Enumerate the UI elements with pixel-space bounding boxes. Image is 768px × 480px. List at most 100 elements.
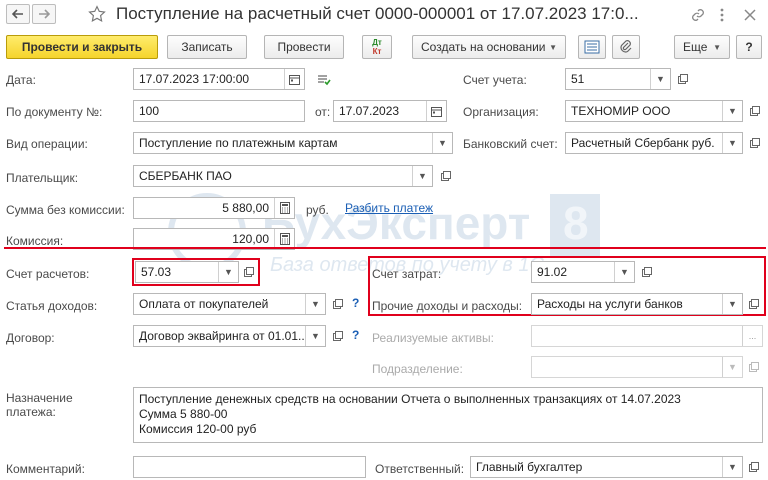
- cost-account-field[interactable]: 91.02 ▼: [531, 261, 635, 283]
- dropdown-button[interactable]: ▼: [305, 294, 325, 314]
- more-button[interactable]: Еще ▼: [674, 35, 730, 59]
- bank-account-label: Банковский счет:: [463, 137, 558, 151]
- purpose-textarea[interactable]: Поступление денежных средств на основани…: [133, 387, 763, 443]
- contract-field[interactable]: Договор эквайринга от 01.01... ▼: [133, 325, 326, 347]
- responsible-field[interactable]: Главный бухгалтер ▼: [470, 456, 743, 478]
- forward-button[interactable]: [32, 4, 56, 24]
- calendar-icon: [431, 106, 442, 117]
- open-cost-account-button[interactable]: [637, 262, 657, 282]
- bank-account-field[interactable]: Расчетный Сбербанк руб. ▼: [565, 132, 743, 154]
- open-responsible-button[interactable]: [744, 457, 764, 477]
- open-icon: [749, 362, 759, 372]
- date-value: 17.07.2023 17:00:00: [139, 72, 250, 86]
- dropdown-button[interactable]: ▼: [305, 326, 325, 346]
- dropdown-button[interactable]: ▼: [412, 166, 432, 186]
- structure-icon: [584, 40, 600, 54]
- organization-field[interactable]: ТЕХНОМИР ООО ▼: [565, 100, 743, 122]
- operation-type-value: Поступление по платежным картам: [139, 136, 338, 150]
- organization-value: ТЕХНОМИР ООО: [571, 104, 671, 118]
- open-other-income-expense-button[interactable]: [744, 294, 764, 314]
- sold-assets-field[interactable]: ...: [531, 325, 763, 347]
- link-icon: [692, 9, 704, 21]
- open-bank-account-button[interactable]: [745, 133, 765, 153]
- dropdown-arrow-icon: ▼: [728, 299, 737, 309]
- back-button[interactable]: [6, 4, 30, 24]
- dropdown-button[interactable]: ▼: [722, 294, 742, 314]
- purpose-label-line2: платежа:: [6, 405, 56, 419]
- account-value: 51: [571, 72, 585, 86]
- open-payer-button[interactable]: [436, 166, 456, 186]
- account-label: Счет учета:: [463, 73, 527, 87]
- help-button[interactable]: ?: [736, 35, 762, 59]
- account-field[interactable]: 51 ▼: [565, 68, 671, 90]
- open-icon: [750, 138, 760, 148]
- post-button[interactable]: Провести: [264, 35, 344, 59]
- responsible-value: Главный бухгалтер: [476, 460, 583, 474]
- sold-assets-label: Реализуемые активы:: [372, 331, 494, 345]
- window-title: Поступление на расчетный счет 0000-00000…: [116, 4, 639, 23]
- department-field[interactable]: ▼: [531, 356, 743, 378]
- comment-label: Комментарий:: [6, 462, 85, 476]
- settlement-account-label: Счет расчетов:: [6, 267, 90, 281]
- dt-kt-button[interactable]: Дт Кт: [362, 35, 392, 59]
- dropdown-button[interactable]: ▼: [722, 357, 742, 377]
- doc-date-field[interactable]: 17.07.2023: [333, 100, 447, 122]
- dropdown-button[interactable]: ▼: [722, 457, 742, 477]
- dropdown-button[interactable]: ▼: [432, 133, 452, 153]
- arrow-left-icon: [12, 9, 23, 19]
- link-button[interactable]: [688, 5, 708, 25]
- dropdown-button[interactable]: ▼: [722, 101, 742, 121]
- doc-number-value: 100: [139, 104, 160, 118]
- dropdown-arrow-icon: ▼: [418, 171, 427, 181]
- open-department-button[interactable]: [744, 357, 764, 377]
- attachments-button[interactable]: [612, 35, 640, 59]
- doc-number-field[interactable]: 100: [133, 100, 305, 122]
- dropdown-button[interactable]: ▼: [650, 69, 670, 89]
- calculator-button[interactable]: [274, 198, 294, 218]
- calendar-button[interactable]: [284, 69, 304, 89]
- dropdown-button[interactable]: ▼: [722, 133, 742, 153]
- calculator-button[interactable]: [274, 229, 294, 249]
- open-account-button[interactable]: [673, 69, 693, 89]
- split-payment-link[interactable]: Разбить платеж: [345, 201, 433, 215]
- save-button[interactable]: Записать: [167, 35, 247, 59]
- open-icon: [441, 171, 451, 181]
- other-income-expense-value: Расходы на услуги банков: [537, 297, 683, 311]
- open-income-item-button[interactable]: [328, 294, 348, 314]
- purpose-line: Поступление денежных средств на основани…: [139, 392, 681, 406]
- cost-account-label: Счет затрат:: [372, 267, 442, 281]
- dropdown-arrow-icon: ▼: [620, 267, 629, 277]
- report-structure-button[interactable]: [578, 35, 606, 59]
- operation-type-select[interactable]: Поступление по платежным картам ▼: [133, 132, 453, 154]
- select-button[interactable]: ...: [742, 326, 762, 346]
- close-icon: [744, 9, 756, 21]
- create-based-on-label: Создать на основании: [421, 40, 546, 54]
- open-contract-button[interactable]: [328, 326, 348, 346]
- income-item-label: Статья доходов:: [6, 299, 98, 313]
- income-item-help-icon[interactable]: ?: [352, 296, 359, 310]
- payer-label: Плательщик:: [6, 171, 79, 185]
- other-income-expense-field[interactable]: Расходы на услуги банков ▼: [531, 293, 743, 315]
- open-organization-button[interactable]: [745, 101, 765, 121]
- close-button[interactable]: [740, 5, 760, 25]
- calculator-icon: [279, 233, 290, 245]
- date-field[interactable]: 17.07.2023 17:00:00: [133, 68, 305, 90]
- calendar-button[interactable]: [426, 101, 446, 121]
- open-icon: [749, 462, 759, 472]
- document-posted-icon: [318, 75, 331, 86]
- comment-input[interactable]: [133, 456, 366, 478]
- contract-help-icon[interactable]: ?: [352, 328, 359, 342]
- income-item-field[interactable]: Оплата от покупателей ▼: [133, 293, 326, 315]
- kebab-menu-icon: [720, 8, 724, 22]
- favorite-star-button[interactable]: [86, 3, 108, 25]
- more-label: Еще: [683, 40, 708, 54]
- open-icon: [750, 106, 760, 116]
- cost-account-value: 91.02: [537, 265, 568, 279]
- create-based-on-button[interactable]: Создать на основании ▼: [412, 35, 566, 59]
- payer-field[interactable]: СБЕРБАНК ПАО ▼: [133, 165, 433, 187]
- menu-button[interactable]: [712, 5, 732, 25]
- post-and-close-button[interactable]: Провести и закрыть: [6, 35, 158, 59]
- amount-no-fee-field[interactable]: 5 880,00: [133, 197, 295, 219]
- department-label: Подразделение:: [372, 362, 463, 376]
- dropdown-button[interactable]: ▼: [614, 262, 634, 282]
